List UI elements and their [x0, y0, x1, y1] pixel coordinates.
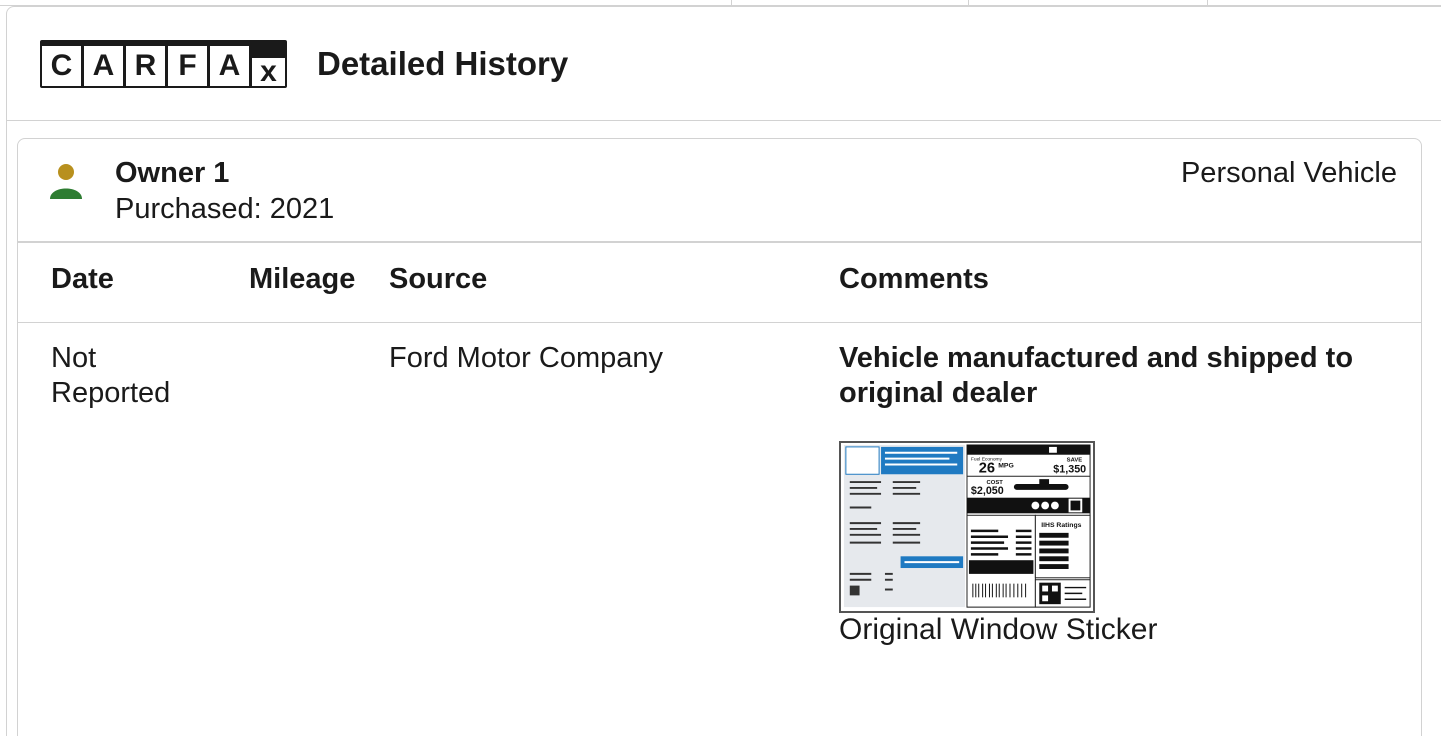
row-source: Ford Motor Company: [389, 342, 663, 374]
date-text: Not: [51, 342, 97, 374]
page-title: Detailed History: [317, 44, 569, 82]
owner-header: Owner 1 Purchased: 2021 Personal Vehicle: [18, 139, 1421, 243]
owner-purchased: Purchased: 2021: [115, 193, 335, 225]
card-header: C A R F A x Detailed History: [7, 7, 1441, 121]
sticker-save-amount: $1,350: [1053, 463, 1086, 475]
logo-letter: F: [168, 45, 207, 86]
sticker-mpg: 26: [979, 460, 995, 476]
owner-section: Owner 1 Purchased: 2021 Personal Vehicle…: [17, 138, 1422, 736]
carfax-logo: C A R F A x: [40, 39, 287, 88]
sticker-ratings-label: IIHS Ratings: [1041, 522, 1081, 529]
column-header-date: Date: [51, 263, 114, 295]
sticker-cost-amount: $2,050: [971, 485, 1004, 497]
row-comment: Vehicle manufactured and shipped to orig…: [839, 341, 1353, 411]
logo-letter: C: [42, 45, 81, 86]
comment-text: original dealer: [839, 377, 1038, 409]
logo-letter: A: [84, 45, 123, 86]
column-header-comments: Comments: [839, 263, 989, 295]
window-sticker-link[interactable]: Original Window Sticker: [839, 613, 1157, 647]
owner-vehicle-type: Personal Vehicle: [1180, 157, 1397, 189]
logo-letter: R: [126, 45, 165, 86]
logo-letter: x: [252, 56, 285, 86]
row-date: Not Reported: [51, 341, 170, 411]
comment-text: Vehicle manufactured and shipped to: [839, 342, 1354, 374]
owner-title: Owner 1: [115, 157, 230, 189]
logo-letter: A: [210, 45, 249, 86]
date-text: Reported: [51, 377, 171, 409]
table-header: Date Mileage Source Comments: [18, 243, 1421, 323]
sticker-mpg-unit: MPG: [998, 462, 1014, 469]
window-sticker-thumbnail[interactable]: Fuel Economy 26 MPG SAVE $1,350 COST $2,…: [839, 441, 1095, 613]
column-header-mileage: Mileage: [249, 263, 356, 295]
column-header-source: Source: [389, 263, 488, 295]
person-icon: [50, 164, 82, 199]
